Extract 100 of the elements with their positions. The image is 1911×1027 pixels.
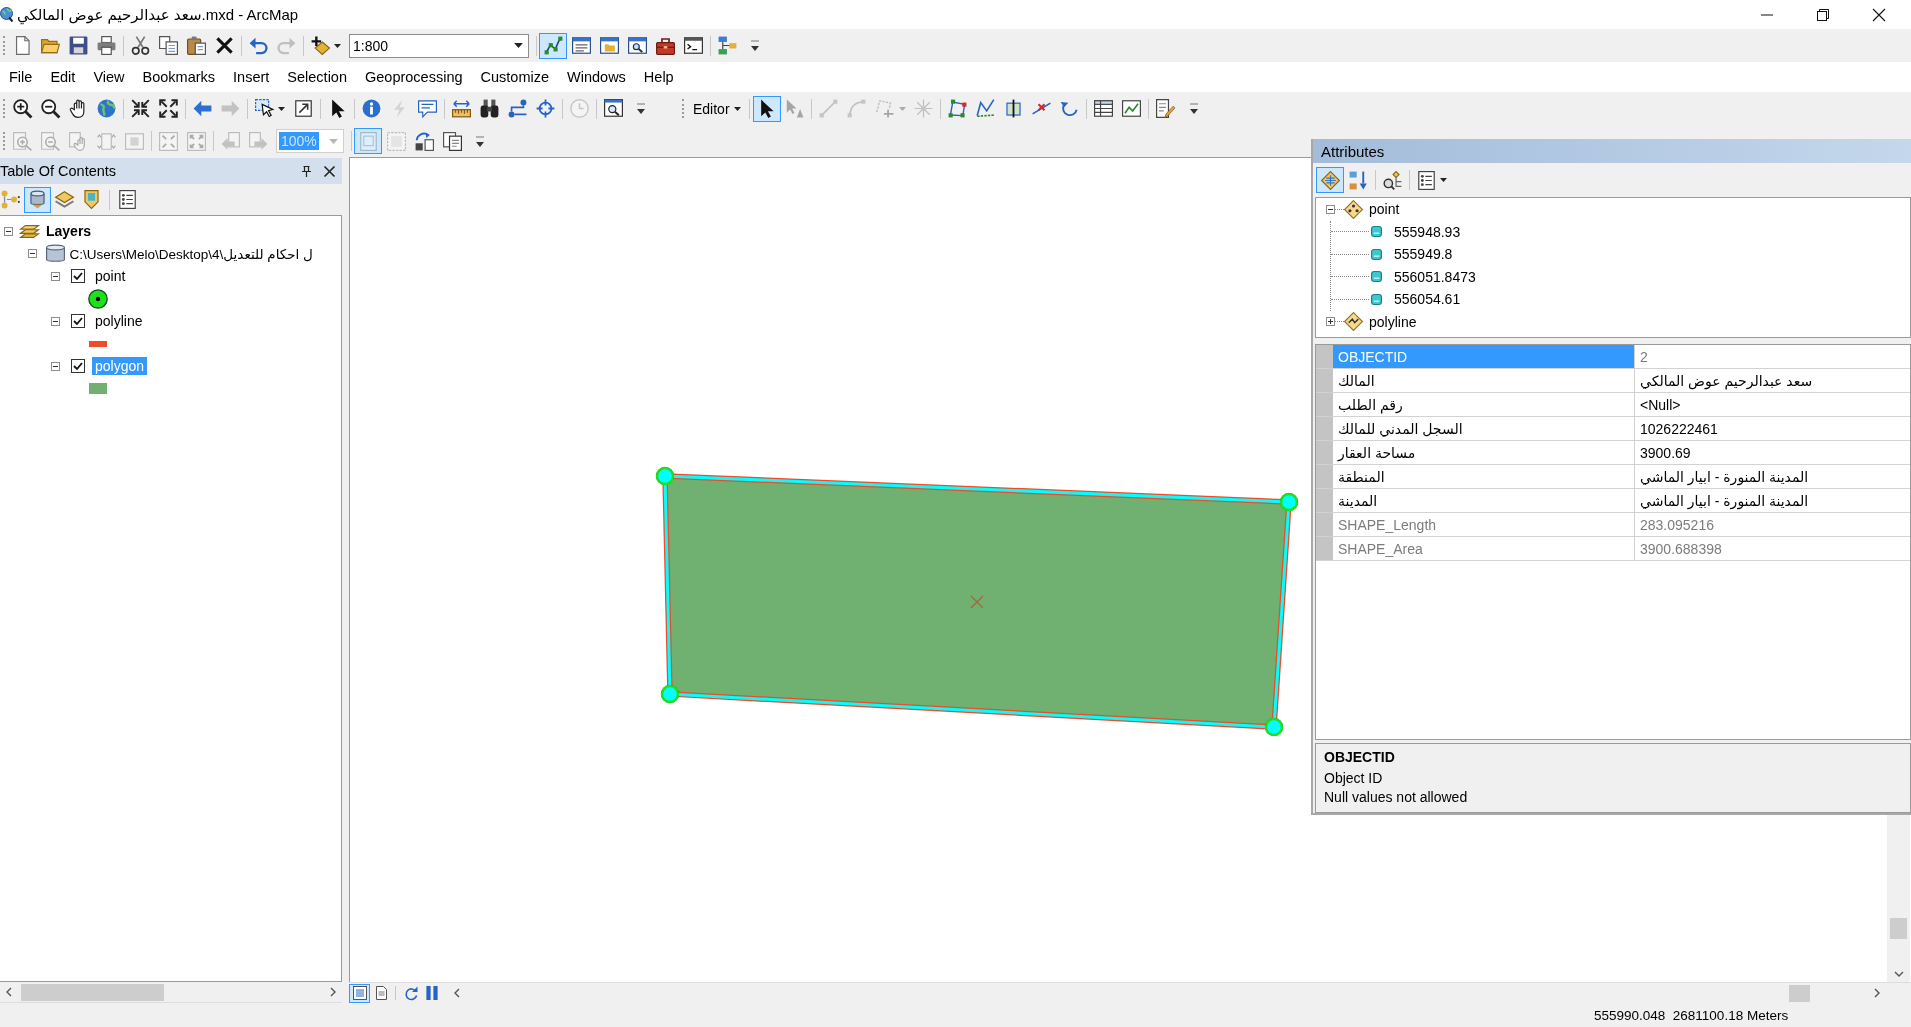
field-value[interactable]: سعد عبدالرحيم عوض المالكي: [1635, 369, 1910, 392]
select-features-icon[interactable]: [254, 99, 274, 118]
pin-icon[interactable]: [301, 165, 312, 177]
open-folder-icon[interactable]: [40, 36, 60, 55]
copy-icon[interactable]: [158, 36, 178, 55]
route-icon[interactable]: [507, 99, 527, 118]
layer-name[interactable]: point: [1369, 201, 1400, 218]
field-value[interactable]: المدينة المنورة - ابيار الماشي: [1635, 489, 1910, 512]
field-name[interactable]: SHAPE_Area: [1333, 537, 1635, 560]
polygon-vertices-icon[interactable]: [948, 99, 968, 118]
layer-name[interactable]: polyline: [92, 312, 146, 331]
collapse-icon[interactable]: [1326, 204, 1335, 214]
crosshair-icon[interactable]: [535, 99, 555, 118]
arrows-inward-icon[interactable]: [130, 99, 150, 118]
collapse-icon[interactable]: [51, 316, 60, 326]
flow-chart-icon[interactable]: [717, 36, 737, 55]
caret-icon[interactable]: [278, 106, 285, 111]
printer-icon[interactable]: [96, 36, 116, 55]
globe-magnifier-icon[interactable]: [0, 7, 13, 22]
field-value[interactable]: 2: [1635, 345, 1910, 368]
field-name[interactable]: المنطقة: [1333, 465, 1635, 488]
field-name[interactable]: رقم الطلب: [1333, 393, 1635, 416]
toolbar-options-icon[interactable]: [1189, 103, 1198, 114]
layer-checkbox[interactable]: [71, 359, 85, 374]
stacked-pages-icon[interactable]: [442, 131, 462, 151]
refresh-icon[interactable]: [403, 986, 418, 1000]
menu-item[interactable]: Help: [634, 66, 683, 88]
layout-swap-icon[interactable]: [414, 131, 434, 151]
layer-checkbox[interactable]: [71, 314, 85, 329]
menu-item[interactable]: Selection: [278, 66, 356, 88]
globe-icon[interactable]: [96, 99, 116, 118]
magnifier-nodes-icon[interactable]: [1382, 170, 1402, 190]
field-value[interactable]: المدينة المنورة - ابيار الماشي: [1635, 465, 1910, 488]
menu-item[interactable]: Customize: [471, 66, 559, 88]
menu-item[interactable]: Insert: [224, 66, 279, 88]
layer-name[interactable]: polyline: [1369, 313, 1417, 330]
menu-item[interactable]: View: [84, 66, 134, 88]
field-name[interactable]: السجل المدني للمالك: [1333, 417, 1635, 440]
menu-item[interactable]: Bookmarks: [133, 66, 225, 88]
layer-selection-icon[interactable]: [82, 190, 101, 209]
editor-menu-button[interactable]: Editor: [687, 95, 747, 122]
command-window-icon[interactable]: [683, 36, 703, 55]
scroll-thumb[interactable]: [1789, 984, 1810, 1002]
plus-diamond-icon[interactable]: [310, 36, 330, 55]
close-icon[interactable]: [324, 165, 335, 177]
sort-icon[interactable]: [1348, 170, 1368, 190]
horizontal-scrollbar[interactable]: [0, 982, 342, 1003]
node-tree-icon[interactable]: [1, 190, 20, 209]
layer-grid-button[interactable]: [1316, 167, 1344, 193]
feature-id[interactable]: 556054.61: [1394, 291, 1461, 308]
pencil-document-icon[interactable]: [1156, 99, 1176, 118]
layer-stack-icon[interactable]: [55, 190, 74, 209]
menu-item[interactable]: Geoprocessing: [356, 66, 472, 88]
expand-icon[interactable]: [1326, 317, 1335, 327]
scroll-down-icon[interactable]: [1893, 971, 1904, 977]
folder-window-icon[interactable]: [599, 36, 619, 55]
map-frame-button[interactable]: [349, 983, 370, 1003]
pointer-button[interactable]: [752, 95, 781, 122]
feature-id[interactable]: 555948.93: [1394, 223, 1461, 240]
delete-icon[interactable]: [214, 36, 234, 55]
search-icon[interactable]: [627, 36, 647, 55]
list-options-icon[interactable]: [1416, 170, 1436, 190]
clipboard-icon[interactable]: [186, 36, 206, 55]
collapse-icon[interactable]: [51, 271, 60, 281]
clear-selection-icon[interactable]: [293, 99, 313, 118]
scroll-thumb[interactable]: [21, 983, 164, 1001]
menu-item[interactable]: File: [0, 66, 42, 88]
chart-window-icon[interactable]: [1122, 99, 1142, 118]
field-name[interactable]: المدينة: [1333, 489, 1635, 512]
menu-item[interactable]: Edit: [41, 66, 85, 88]
list-window-icon[interactable]: [571, 36, 591, 55]
layer-checkbox[interactable]: [71, 269, 85, 284]
field-value[interactable]: 1026222461: [1635, 417, 1910, 440]
page-icon[interactable]: [373, 986, 388, 1000]
speech-bubble-icon[interactable]: [417, 99, 437, 118]
scroll-left-icon[interactable]: [6, 987, 12, 997]
toolbar-options-icon[interactable]: [751, 40, 759, 51]
undo-icon[interactable]: [248, 36, 268, 55]
scroll-thumb[interactable]: [1890, 918, 1907, 939]
data-frame-name[interactable]: Layers: [43, 222, 95, 241]
toolbar-options-icon[interactable]: [476, 135, 484, 147]
collapse-icon[interactable]: [4, 226, 13, 236]
rotate-icon[interactable]: [1060, 99, 1080, 118]
field-value[interactable]: 3900.69: [1635, 441, 1910, 464]
toolbox-icon[interactable]: [655, 36, 675, 55]
database-button[interactable]: [24, 186, 51, 213]
back-arrow-icon[interactable]: [192, 99, 212, 118]
arrows-outward-icon[interactable]: [158, 99, 178, 118]
caret-icon[interactable]: [1440, 178, 1447, 182]
scroll-left-icon[interactable]: [454, 988, 460, 998]
table-icon[interactable]: [1094, 99, 1114, 118]
zoom-in-icon[interactable]: [12, 99, 32, 118]
binoculars-icon[interactable]: [479, 99, 499, 118]
feature-id[interactable]: 555949.8: [1394, 246, 1453, 263]
ruler-icon[interactable]: [451, 99, 471, 118]
scissors-icon[interactable]: [130, 36, 150, 55]
toolbar-options-icon[interactable]: [637, 103, 645, 114]
collapse-icon[interactable]: [27, 249, 37, 259]
list-options-icon[interactable]: [118, 190, 137, 209]
field-name[interactable]: مساحة العقار: [1333, 441, 1635, 464]
